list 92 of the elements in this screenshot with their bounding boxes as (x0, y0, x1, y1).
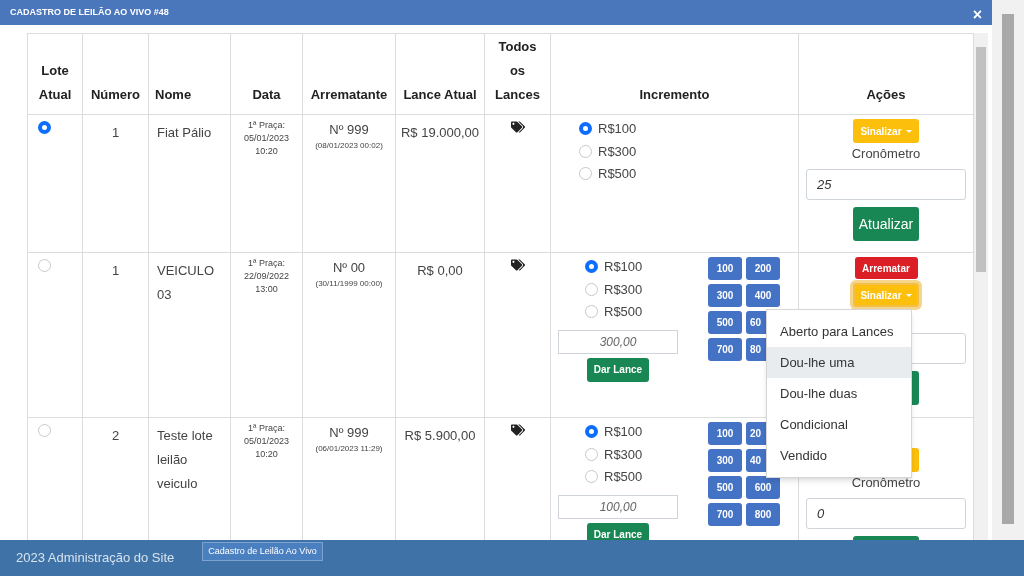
timer-label: Cronômetro (851, 145, 921, 164)
bid-timestamp: (06/01/2023 11:29) (315, 442, 383, 455)
amount-button[interactable]: 700 (708, 503, 742, 526)
amount-button[interactable]: 200 (746, 257, 780, 280)
increment-label: R$100 (598, 120, 637, 138)
radio-button[interactable] (38, 259, 51, 272)
tags-icon[interactable] (510, 424, 525, 436)
column-header: Lote Atual (38, 63, 72, 102)
column-header: Incremento (639, 87, 710, 102)
time-text: 13:00 (255, 283, 278, 296)
lot-name: VEICULO 03 (157, 263, 215, 302)
column-header: Data (252, 87, 281, 102)
tags-icon[interactable] (510, 259, 525, 271)
amount-button[interactable]: 700 (708, 338, 742, 361)
amount-button[interactable]: 500 (708, 476, 742, 499)
caret-icon (905, 129, 912, 133)
amount-button[interactable]: 500 (708, 311, 742, 334)
amount-button[interactable]: 400 (746, 284, 780, 307)
increment-label: R$500 (604, 303, 643, 321)
menu-item[interactable]: Condicional (767, 409, 911, 440)
increment-label: R$300 (604, 445, 643, 464)
current-bid: R$ 5.900,00 (404, 428, 476, 443)
column-header: Nome (155, 87, 192, 102)
radio-button[interactable] (579, 122, 592, 136)
date-label: 1ª Praça: (248, 422, 285, 435)
time-text: 10:20 (255, 448, 278, 461)
menu-item[interactable]: Dou-lhe uma (767, 347, 911, 378)
radio-button[interactable] (579, 167, 592, 181)
date-text: 05/01/2023 (243, 132, 289, 145)
timer-field[interactable]: 0 (806, 498, 966, 529)
bid-button[interactable]: Dar Lance (587, 357, 649, 382)
amount-button[interactable]: 100 (708, 422, 742, 445)
amount-button[interactable]: 300 (708, 284, 742, 307)
radio-button[interactable] (38, 121, 51, 134)
time-text: 10:20 (255, 145, 278, 158)
amount-button[interactable]: 600 (746, 476, 780, 499)
bid-timestamp: (30/11/1999 00:00) (315, 277, 383, 290)
column-header: Lance Atual (403, 87, 477, 102)
lot-name: Teste lote leilão veiculo (157, 428, 213, 491)
increment-label: R$500 (604, 468, 643, 486)
bidder-number: Nº 999 (329, 424, 369, 442)
amount-button[interactable]: 100 (708, 257, 742, 280)
lot-number: 2 (111, 428, 120, 443)
radio-button[interactable] (579, 144, 592, 158)
radio-button[interactable] (38, 424, 51, 437)
date-text: 05/01/2023 (243, 435, 289, 448)
date-label: 1ª Praça: (248, 119, 285, 132)
amount-button[interactable]: 300 (708, 449, 742, 472)
column-header: Todos os Lances (495, 39, 540, 102)
arrematar-button[interactable]: Arrematar (854, 257, 918, 279)
lot-number: 1 (111, 263, 120, 278)
bid-timestamp: (08/01/2023 00:02) (315, 139, 383, 152)
column-header: Número (90, 87, 141, 102)
update-button[interactable]: Atualizar (853, 207, 919, 241)
taskbar-tab[interactable]: Cadastro de Leilão Ao Vivo (202, 542, 323, 561)
increment-label: R$100 (604, 423, 643, 441)
bid-button[interactable]: Dar Lance (587, 522, 649, 540)
lot-name: Fiat Pálio (157, 125, 212, 140)
radio-button[interactable] (585, 470, 598, 484)
increment-label: R$100 (604, 258, 643, 276)
radio-button[interactable] (585, 305, 598, 319)
bid-field[interactable]: 100,00 (558, 494, 678, 519)
tags-icon[interactable] (510, 121, 525, 133)
current-bid: R$ 0,00 (417, 263, 463, 278)
column-header: Ações (866, 87, 906, 102)
window-title: CADASTRO DE LEILÃO AO VIVO #48 (10, 5, 169, 19)
menu-item[interactable]: Aberto para Lances (767, 316, 911, 347)
menu-item[interactable]: Dou-lhe duas (767, 378, 911, 409)
lot-number: 1 (111, 125, 120, 140)
radio-button[interactable] (585, 425, 598, 439)
increment-label: R$300 (598, 142, 637, 161)
bidder-number: Nº 999 (329, 121, 369, 139)
bidder-number: Nº 00 (332, 259, 366, 277)
menu-item[interactable]: Vendido (767, 440, 911, 471)
radio-button[interactable] (585, 447, 598, 461)
timer-label: Cronômetro (851, 474, 921, 493)
radio-button[interactable] (585, 282, 598, 296)
amount-button[interactable]: 800 (746, 503, 780, 526)
current-bid: R$ 19.000,00 (400, 125, 480, 140)
increment-label: R$500 (598, 165, 637, 183)
page-scrollbar[interactable] (992, 0, 1024, 540)
close-button[interactable]: × (972, 6, 982, 23)
date-label: 1ª Praça: (248, 257, 285, 270)
date-text: 22/09/2022 (243, 270, 289, 283)
bid-field[interactable]: 300,00 (558, 329, 678, 354)
scrollbar[interactable] (974, 33, 988, 540)
radio-button[interactable] (585, 260, 598, 274)
caret-icon (905, 293, 912, 297)
footer-text: 2023 Administração do Site (16, 549, 175, 567)
timer-field[interactable]: 25 (806, 169, 966, 200)
column-header: Arrematante (310, 87, 388, 102)
increment-label: R$300 (604, 280, 643, 299)
